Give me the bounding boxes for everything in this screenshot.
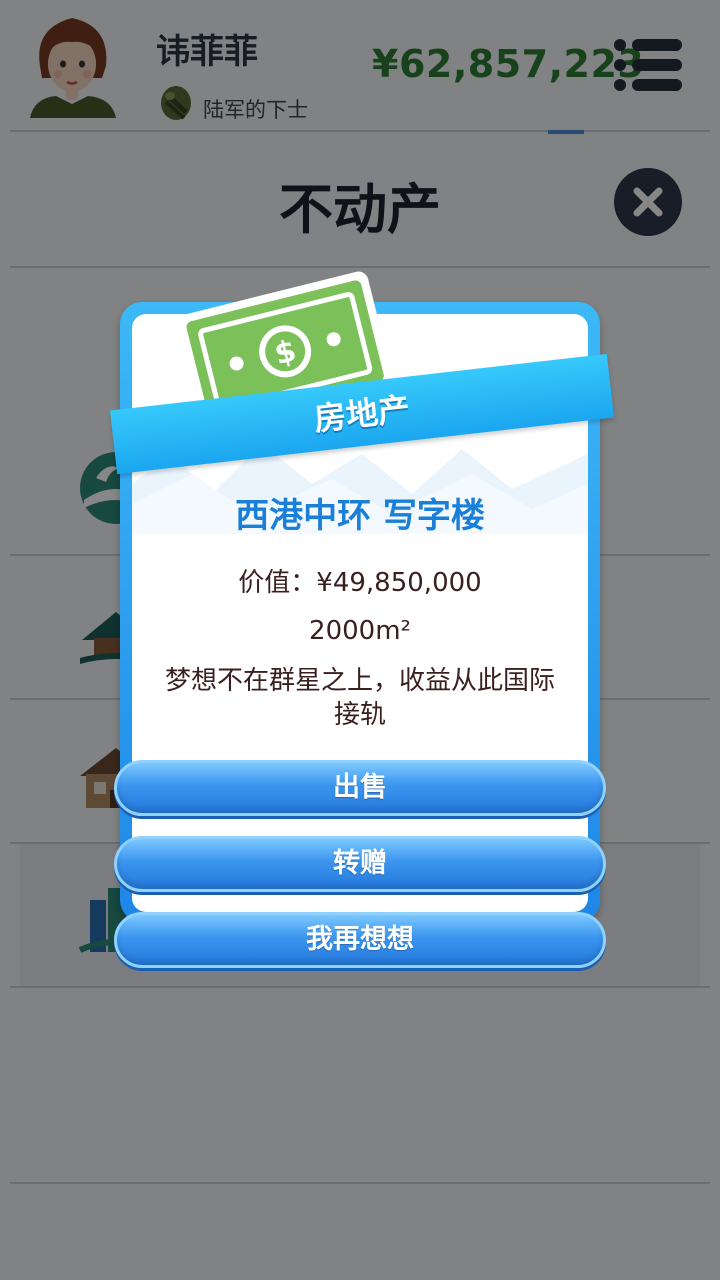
gift-button[interactable]: 转赠	[114, 836, 606, 892]
property-dialog: $ 房地产 西港中环 写字楼 价值：¥49,850,000 2000m² 梦想不…	[109, 271, 615, 968]
cancel-button[interactable]: 我再想想	[114, 912, 606, 968]
property-name: 西港中环 写字楼	[235, 496, 485, 536]
property-price: 价值：¥49,850,000	[238, 568, 482, 598]
property-description: 梦想不在群星之上，收益从此国际接轨	[164, 666, 555, 730]
sell-button[interactable]: 出售	[114, 760, 606, 816]
property-area: 2000m²	[309, 616, 411, 646]
